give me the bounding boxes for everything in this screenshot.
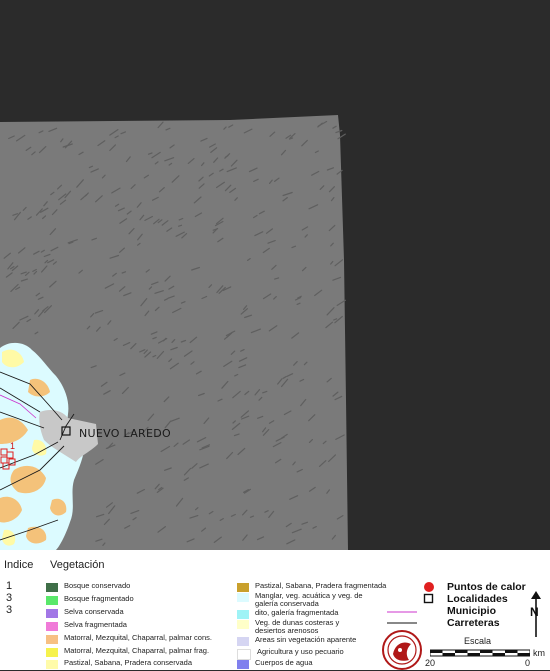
legend-label: Localidades [447, 593, 508, 605]
swatch [46, 609, 58, 618]
swatch [237, 583, 249, 592]
legend-item-carreteras: Carreteras [387, 617, 533, 629]
institution-seal-icon [382, 630, 422, 670]
legend-label: Pastizal, Sabana, Pradera fragmentada [255, 581, 387, 590]
red-dot-icon [424, 582, 434, 592]
legend-label: dito, galería fragmentada [255, 608, 339, 617]
legend-label: Cuerpos de agua [255, 658, 313, 667]
legend-item-matorral-cons: Matorral, Mezquital, Chaparral, palmar c… [46, 634, 212, 646]
legend-label: Carreteras [447, 617, 500, 629]
legend-item-selva-fragmentada: Selva fragmentada [46, 621, 127, 633]
scale-unit-label: km [533, 648, 545, 658]
scale-right-label: 0 [525, 658, 531, 668]
swatch [46, 583, 58, 592]
swatch [46, 622, 58, 631]
square-icon [423, 593, 434, 604]
index-value: 3 [6, 592, 13, 604]
swatch [237, 593, 249, 602]
legend-item-bosque-conservado: Bosque conservado [46, 582, 130, 594]
north-label: N [530, 605, 539, 619]
scale-left-label: 20 [425, 658, 436, 668]
legend-label: Selva fragmentada [64, 620, 127, 629]
legend-label: Matorral, Mezquital, Chaparral, palmar c… [64, 633, 212, 642]
legend-item-bosque-fragmentado: Bosque fragmentado [46, 595, 134, 607]
legend-item-puntos-calor: Puntos de calor [423, 581, 533, 593]
index-value: 3 [6, 604, 13, 616]
scale-bar [430, 649, 530, 657]
legend-label: Agricultura y uso pecuario [257, 647, 344, 656]
vegetation-header: Vegetación [50, 559, 105, 571]
legend-item-cuerpos-agua: Cuerpos de agua [237, 659, 313, 671]
black-line-icon [387, 622, 417, 624]
city-label: NUEVO LAREDO [79, 427, 171, 440]
swatch [46, 648, 58, 657]
legend-label: Bosque fragmentado [64, 594, 134, 603]
swatch [46, 635, 58, 644]
magenta-line-icon [387, 611, 417, 613]
legend-label: Municipio [447, 605, 496, 617]
index-header: Indice [4, 559, 34, 571]
legend-item-localidades: Localidades [423, 593, 533, 605]
legend-label: Selva conservada [64, 607, 124, 616]
legend-label: Pastizal, Sabana, Pradera conservada [64, 658, 192, 667]
legend-item-selva-conservada: Selva conservada [46, 608, 124, 620]
legend-label: Manglar, veg. acuática y veg. de galería… [255, 591, 363, 608]
legend-label: Areas sin vegetación aparente [255, 635, 357, 644]
hotspot-index-label: 1 [10, 441, 16, 451]
swatch [46, 596, 58, 605]
swatch [237, 610, 249, 619]
swatch [237, 637, 249, 646]
index-value: 1 [6, 580, 13, 592]
scale-title: Escala [464, 636, 492, 646]
swatch [46, 660, 58, 669]
swatch [237, 620, 249, 629]
legend-label: Bosque conservado [64, 581, 131, 590]
map-canvas[interactable] [0, 0, 550, 550]
legend-label: Matorral, Mezquital, Chaparral, palmar f… [64, 646, 210, 655]
swatch [237, 660, 249, 669]
legend-label: Puntos de calor [447, 581, 526, 593]
legend-label: Veg. de dunas costeras y desiertos areno… [255, 618, 340, 635]
legend-item-pastizal-conservada: Pastizal, Sabana, Pradera conservada [46, 659, 192, 671]
legend-item-municipio: Municipio [387, 605, 533, 617]
